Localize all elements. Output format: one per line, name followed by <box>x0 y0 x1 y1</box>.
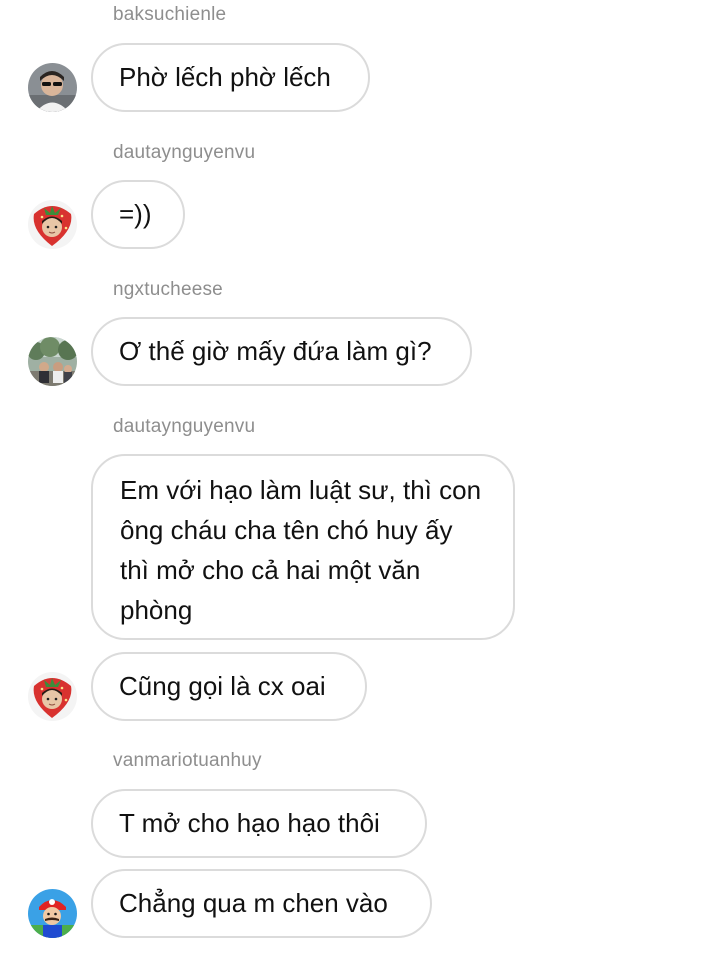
user-avatar-strawberry-icon[interactable] <box>28 200 77 249</box>
message-bubble[interactable]: Cũng gọi là cx oai <box>91 652 367 721</box>
sender-name[interactable]: dautaynguyenvu <box>113 416 255 438</box>
message-bubble[interactable]: Ơ thế giờ mấy đứa làm gì? <box>91 317 472 386</box>
sender-name[interactable]: baksuchienle <box>113 4 226 26</box>
user-avatar-mario-icon[interactable] <box>28 889 77 938</box>
message-bubble[interactable]: Em với hạo làm luật sư, thì con ông cháu… <box>91 454 515 640</box>
message-bubble[interactable]: Phờ lếch phờ lếch <box>91 43 370 112</box>
user-avatar-group-photo-icon[interactable] <box>28 337 77 386</box>
sender-name[interactable]: dautaynguyenvu <box>113 142 255 164</box>
sender-name[interactable]: vanmariotuanhuy <box>113 750 262 772</box>
sender-name[interactable]: ngxtucheese <box>113 279 223 301</box>
message-bubble[interactable]: Chẳng qua m chen vào <box>91 869 432 938</box>
message-bubble[interactable]: T mở cho hạo hạo thôi <box>91 789 427 858</box>
message-bubble[interactable]: =)) <box>91 180 185 249</box>
user-avatar-strawberry-icon[interactable] <box>28 672 77 721</box>
user-avatar-sunglasses-icon[interactable] <box>28 63 77 112</box>
